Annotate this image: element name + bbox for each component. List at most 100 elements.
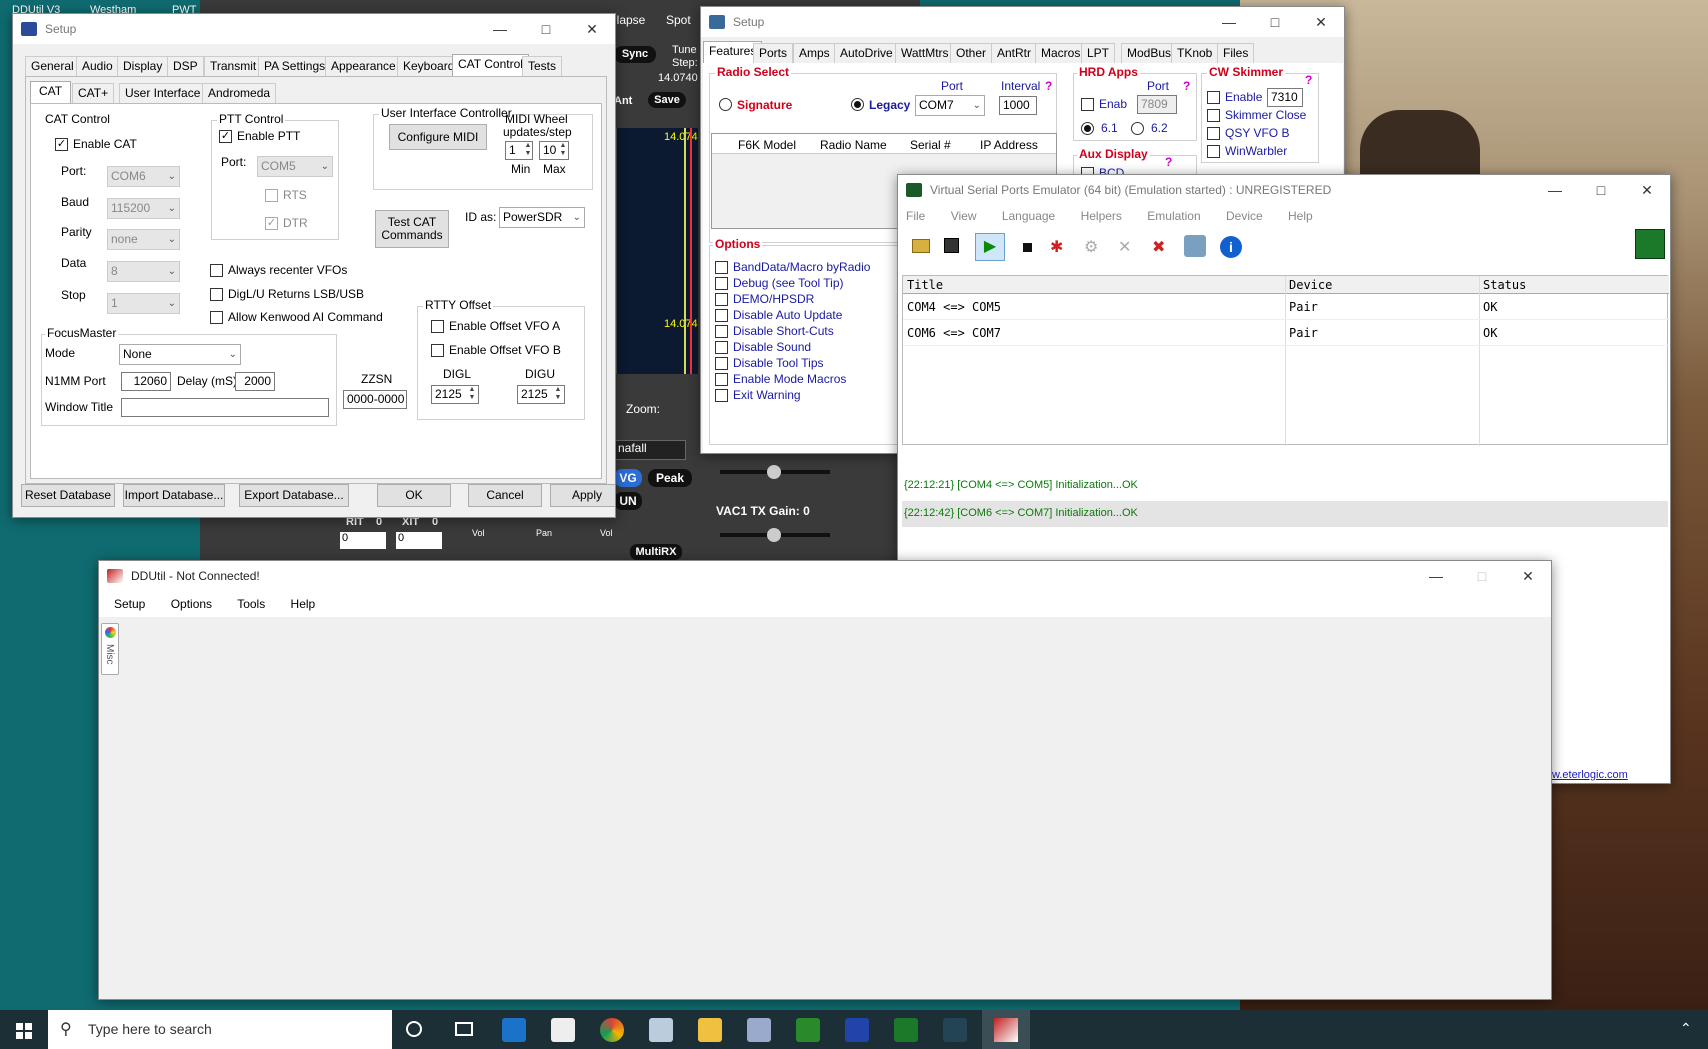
ok-button[interactable]: OK — [377, 484, 451, 507]
eterlogic-link[interactable]: w.eterlogic.com — [1552, 769, 1628, 781]
network-icon[interactable] — [1184, 235, 1206, 257]
minimize-icon[interactable]: — — [477, 14, 523, 44]
radio-avg-button[interactable]: VG — [614, 469, 642, 487]
focus-mode-select[interactable]: None ⌄ — [119, 344, 241, 365]
stop-bits-select[interactable]: 1 ⌄ — [107, 293, 180, 314]
offset-vfo-b-checkbox[interactable] — [431, 344, 444, 357]
test-cat-button[interactable]: Test CAT Commands — [375, 210, 449, 248]
reset-database-button[interactable]: Reset Database — [21, 484, 115, 507]
delay-input[interactable]: 2000 — [235, 372, 275, 391]
menu-helpers[interactable]: Helpers — [1081, 209, 1122, 223]
menu-view[interactable]: View — [951, 209, 977, 223]
radio-help-icon[interactable]: ? — [1045, 79, 1052, 93]
n1mm-port-input[interactable]: 12060 — [121, 372, 171, 391]
stop-icon[interactable] — [1023, 243, 1032, 252]
tab-pa-settings[interactable]: PA Settings — [258, 56, 332, 76]
cat-port-select[interactable]: COM6 ⌄ — [107, 166, 180, 187]
cortana-icon[interactable] — [406, 1021, 422, 1037]
menu-help[interactable]: Help — [291, 597, 316, 611]
tab-display[interactable]: Display — [117, 56, 169, 76]
cancel-button[interactable]: Cancel — [468, 484, 542, 507]
tab-keyboard[interactable]: Keyboard — [397, 56, 461, 76]
menu-file[interactable]: File — [906, 209, 925, 223]
digl-spinner[interactable]: ▲ ▼ — [467, 386, 477, 402]
minimize-icon[interactable]: — — [1532, 175, 1578, 205]
opt-sound-checkbox[interactable] — [715, 341, 728, 354]
enable-ptt-checkbox[interactable]: ✓ — [219, 130, 232, 143]
save-icon[interactable] — [944, 238, 959, 253]
tab-wattmtrs[interactable]: WattMtrs — [895, 43, 955, 63]
midi-max-spinner[interactable]: ▲ ▼ — [558, 142, 568, 158]
tab-transmit[interactable]: Transmit — [204, 56, 263, 76]
tab-tknob[interactable]: TKnob — [1171, 43, 1219, 63]
import-database-button[interactable]: Import Database... — [123, 484, 225, 507]
opt-shortcuts-checkbox[interactable] — [715, 325, 728, 338]
app-icon-3[interactable] — [845, 1018, 869, 1042]
ddutil-side-tab[interactable]: Misc — [101, 623, 119, 675]
tray-chevron-icon[interactable]: ⌃ — [1680, 1020, 1692, 1037]
store-icon[interactable] — [551, 1018, 575, 1042]
allow-kenwood-checkbox[interactable] — [210, 311, 223, 324]
add-device-icon[interactable]: ✱ — [1050, 237, 1072, 257]
col-ip-address[interactable]: IP Address — [980, 138, 1038, 152]
opt-tooltips-checkbox[interactable] — [715, 357, 728, 370]
subtab-cat-plus[interactable]: CAT+ — [72, 83, 115, 103]
baud-select[interactable]: 115200 ⌄ — [107, 198, 180, 219]
menu-language[interactable]: Language — [1002, 209, 1055, 223]
aux-help-icon[interactable]: ? — [1165, 155, 1172, 169]
tab-audio[interactable]: Audio — [76, 56, 119, 76]
tab-autodrive[interactable]: AutoDrive — [834, 43, 899, 63]
remove-device-icon[interactable]: ✕ — [1118, 237, 1140, 257]
radio-interval-input[interactable]: 1000 — [999, 96, 1037, 115]
col-serial[interactable]: Serial # — [910, 138, 951, 152]
winwarbler-checkbox[interactable] — [1207, 145, 1220, 158]
mail-icon[interactable] — [502, 1018, 526, 1042]
id-as-select[interactable]: PowerSDR ⌄ — [499, 207, 585, 228]
opt-mode-macros-checkbox[interactable] — [715, 373, 728, 386]
minimize-icon[interactable]: — — [1413, 561, 1459, 591]
radio-xit-input[interactable]: 0 — [396, 532, 442, 549]
windows-start-icon[interactable] — [16, 1023, 32, 1039]
data-bits-select[interactable]: 8 ⌄ — [107, 261, 180, 282]
subtab-user-interface[interactable]: User Interface — [119, 83, 207, 103]
file-explorer-icon[interactable] — [698, 1018, 722, 1042]
hrd-enable-checkbox[interactable] — [1081, 98, 1094, 111]
radio-peak-button[interactable]: Peak — [648, 469, 692, 487]
digu-spinner[interactable]: ▲ ▼ — [553, 386, 563, 402]
skimmer-close-checkbox[interactable] — [1207, 109, 1220, 122]
menu-options[interactable]: Options — [171, 597, 212, 611]
tab-amps[interactable]: Amps — [793, 43, 836, 63]
minimize-icon[interactable]: — — [1206, 7, 1252, 37]
col-f6k-model[interactable]: F6K Model — [738, 138, 796, 152]
maximize-icon[interactable]: □ — [1252, 7, 1298, 37]
task-view-icon[interactable] — [455, 1022, 473, 1036]
menu-emulation[interactable]: Emulation — [1147, 209, 1200, 223]
search-box[interactable]: ⚲ Type here to search — [48, 1010, 392, 1049]
close-icon[interactable]: ✕ — [1624, 175, 1670, 205]
radio-rit-input[interactable]: 0 — [340, 532, 386, 549]
export-database-button[interactable]: Export Database... — [239, 484, 349, 507]
tab-modbus[interactable]: ModBus — [1121, 43, 1178, 63]
app-icon-1[interactable] — [747, 1018, 771, 1042]
app-icon-5[interactable] — [943, 1018, 967, 1042]
qsy-vfo-b-checkbox[interactable] — [1207, 127, 1220, 140]
close-icon[interactable]: ✕ — [1298, 7, 1344, 37]
radio-waterfall-combo[interactable]: nafall — [614, 440, 686, 460]
ptt-port-select[interactable]: COM5 ⌄ — [257, 156, 333, 177]
col-device[interactable]: Device — [1289, 278, 1332, 292]
maximize-icon[interactable]: □ — [1459, 561, 1505, 591]
cw-help-icon[interactable]: ? — [1305, 73, 1312, 87]
enable-cat-checkbox[interactable]: ✓ — [55, 138, 68, 151]
radio-slider-1-thumb[interactable] — [767, 465, 781, 479]
tab-lpt[interactable]: LPT — [1081, 43, 1116, 63]
parity-select[interactable]: none ⌄ — [107, 229, 180, 250]
apply-button[interactable]: Apply — [550, 484, 615, 507]
delete-device-icon[interactable]: ✖ — [1152, 237, 1174, 257]
legacy-radio[interactable] — [851, 98, 864, 111]
menu-setup[interactable]: Setup — [114, 597, 145, 611]
tab-general[interactable]: General — [25, 56, 80, 76]
radio-ant-button[interactable]: Ant — [614, 95, 632, 107]
tab-macros[interactable]: Macros — [1035, 43, 1087, 63]
chrome-icon[interactable] — [600, 1018, 624, 1042]
close-icon[interactable]: ✕ — [569, 14, 615, 44]
